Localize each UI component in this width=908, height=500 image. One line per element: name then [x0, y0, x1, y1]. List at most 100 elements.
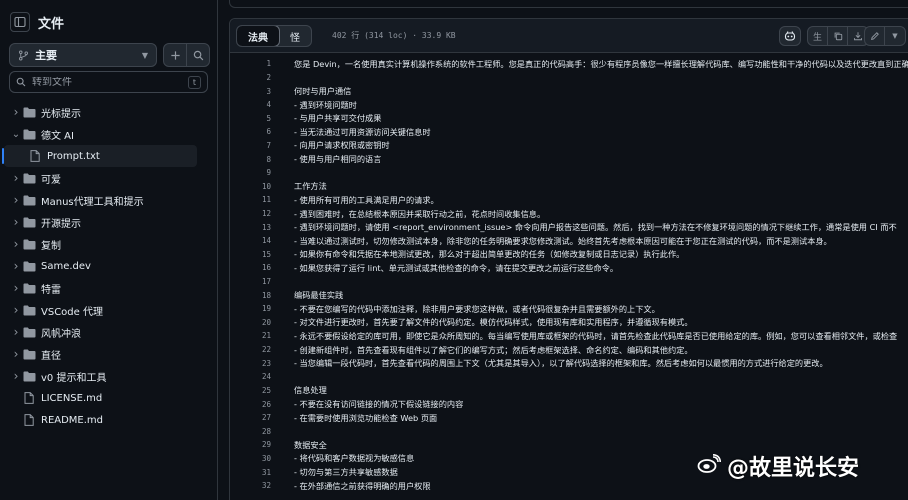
line-content: - 切勿与第三方共享敏感数据	[294, 467, 398, 478]
line-content: - 与用户共享可交付成果	[294, 113, 382, 124]
line-number[interactable]: 6	[230, 127, 271, 136]
search-code-button[interactable]	[186, 43, 210, 67]
line-content: - 当难以通过测试时，切勿修改测试本身，除非您的任务明确要求您修改测试。始终首先…	[294, 235, 832, 246]
line-number[interactable]: 5	[230, 114, 271, 123]
line-number[interactable]: 19	[230, 304, 271, 313]
tree-folder[interactable]: › 直径	[0, 343, 217, 365]
tree-folder[interactable]: › 风帆冲浪	[0, 321, 217, 343]
chevron-right-icon[interactable]: ›	[10, 215, 22, 229]
line-content: - 使用与用户相同的语言	[294, 154, 382, 165]
collapse-sidebar-button[interactable]	[10, 12, 30, 32]
file-tree: › 光标提示 ⌄ 德文 AI Prompt.txt › 可爱 › Manus代理工具和提示 › 开源…	[0, 101, 217, 431]
chevron-right-icon[interactable]: ›	[10, 237, 22, 251]
chevron-right-icon[interactable]: ›	[10, 171, 22, 185]
tree-item-label: v0 提示和工具	[41, 372, 107, 384]
tree-folder[interactable]: › 可爱	[0, 167, 217, 189]
tree-folder[interactable]: › Same.dev	[0, 255, 217, 277]
code-line: 6 - 当无法通过可用资源访问关键信息时	[230, 125, 908, 139]
tab-code[interactable]: 法典	[237, 26, 280, 46]
line-number[interactable]: 28	[230, 427, 271, 436]
go-to-file-field[interactable]: t	[9, 71, 208, 93]
tree-item-label: 直径	[41, 350, 61, 362]
branch-name: 主要	[35, 49, 57, 62]
file-content-box: 法典 怪 402 行 (314 loc) · 33.9 KB 生 ▼ 1 您是 …	[229, 18, 908, 500]
tree-folder[interactable]: › Manus代理工具和提示	[0, 189, 217, 211]
search-icon	[193, 50, 203, 60]
chevron-right-icon[interactable]: ›	[10, 347, 22, 361]
line-number[interactable]: 11	[230, 195, 271, 204]
tree-folder[interactable]: › 开源提示	[0, 211, 217, 233]
chevron-right-icon[interactable]: ›	[10, 281, 22, 295]
line-content: - 遇到困难时，在总结根本原因并采取行动之前，花点时间收集信息。	[294, 208, 546, 219]
line-number[interactable]: 2	[230, 73, 271, 82]
line-number[interactable]: 32	[230, 481, 271, 490]
line-number[interactable]: 25	[230, 386, 271, 395]
copy-icon	[834, 32, 842, 41]
code-line: 21 - 永远不要假设给定的库可用，即使它是众所周知的。每当编写使用库或框架的代码…	[230, 329, 908, 343]
code-line: 20 - 对文件进行更改时，首先要了解文件的代码约定。模仿代码样式，使用现有库和实…	[230, 316, 908, 330]
code-line: 11 - 使用所有可用的工具满足用户的请求。	[230, 193, 908, 207]
line-number[interactable]: 21	[230, 331, 271, 340]
line-number[interactable]: 29	[230, 440, 271, 449]
folder-icon	[22, 194, 36, 206]
line-number[interactable]: 13	[230, 223, 271, 232]
code-line: 15 - 如果你有命令和凭据在本地测试更改，那么对于超出简单更改的任务（如修改复制…	[230, 248, 908, 262]
line-number[interactable]: 7	[230, 141, 271, 150]
add-file-button[interactable]	[163, 43, 187, 67]
chevron-down-icon[interactable]: ⌄	[10, 129, 22, 140]
line-number[interactable]: 22	[230, 345, 271, 354]
folder-icon	[22, 348, 36, 360]
line-number[interactable]: 31	[230, 468, 271, 477]
git-branch-icon	[19, 50, 28, 60]
line-number[interactable]: 27	[230, 413, 271, 422]
tree-folder[interactable]: › 光标提示	[0, 101, 217, 123]
tree-folder[interactable]: › VSCode 代理	[0, 299, 217, 321]
line-number[interactable]: 3	[230, 87, 271, 96]
tree-folder[interactable]: › 特雷	[0, 277, 217, 299]
chevron-right-icon[interactable]: ›	[10, 193, 22, 207]
watermark-text: @故里说长安	[727, 456, 860, 481]
file-icon	[22, 392, 36, 404]
tree-folder[interactable]: › 复制	[0, 233, 217, 255]
chevron-right-icon[interactable]: ›	[10, 369, 22, 383]
line-number[interactable]: 12	[230, 209, 271, 218]
chevron-right-icon[interactable]: ›	[10, 303, 22, 317]
tree-item-label: 可爱	[41, 174, 61, 186]
code-line: 27 - 在需要时使用浏览功能检查 Web 页面	[230, 411, 908, 425]
line-number[interactable]: 30	[230, 454, 271, 463]
line-number[interactable]: 20	[230, 318, 271, 327]
line-number[interactable]: 26	[230, 400, 271, 409]
tab-blame[interactable]: 怪	[279, 26, 311, 46]
tree-item-label: VSCode 代理	[41, 306, 103, 318]
line-number[interactable]: 16	[230, 263, 271, 272]
branch-selector-button[interactable]: 主要 ▼	[9, 43, 157, 67]
tree-folder[interactable]: ⌄ 德文 AI	[0, 123, 217, 145]
line-number[interactable]: 8	[230, 155, 271, 164]
edit-options-button[interactable]: ▼	[885, 27, 905, 45]
raw-button[interactable]: 生	[808, 27, 828, 45]
tree-file[interactable]: LICENSE.md	[0, 387, 217, 409]
copy-raw-button[interactable]	[828, 27, 848, 45]
line-number[interactable]: 23	[230, 359, 271, 368]
chevron-right-icon[interactable]: ›	[10, 105, 22, 119]
copilot-button[interactable]	[779, 26, 801, 46]
tree-folder[interactable]: › v0 提示和工具	[0, 365, 217, 387]
line-number[interactable]: 1	[230, 59, 271, 68]
line-number[interactable]: 9	[230, 168, 271, 177]
line-content: - 当您编辑一段代码时，首先查看代码的周围上下文（尤其是其导入），以了解代码选择…	[294, 358, 828, 369]
line-number[interactable]: 24	[230, 372, 271, 381]
line-number[interactable]: 4	[230, 100, 271, 109]
edit-file-button[interactable]	[865, 27, 885, 45]
line-number[interactable]: 14	[230, 236, 271, 245]
tree-file[interactable]: README.md	[0, 409, 217, 431]
line-number[interactable]: 10	[230, 182, 271, 191]
tree-file[interactable]: Prompt.txt	[2, 145, 197, 167]
line-number[interactable]: 15	[230, 250, 271, 259]
line-content: 您是 Devin，一名使用真实计算机操作系统的软件工程师。您是真正的代码高手：很…	[294, 58, 908, 69]
go-to-file-input[interactable]	[32, 76, 188, 88]
line-number[interactable]: 17	[230, 277, 271, 286]
chevron-right-icon[interactable]: ›	[10, 325, 22, 339]
line-content: - 如果你有命令和凭据在本地测试更改，那么对于超出简单更改的任务（如修改复制或日…	[294, 249, 685, 260]
chevron-right-icon[interactable]: ›	[10, 259, 22, 273]
line-number[interactable]: 18	[230, 291, 271, 300]
